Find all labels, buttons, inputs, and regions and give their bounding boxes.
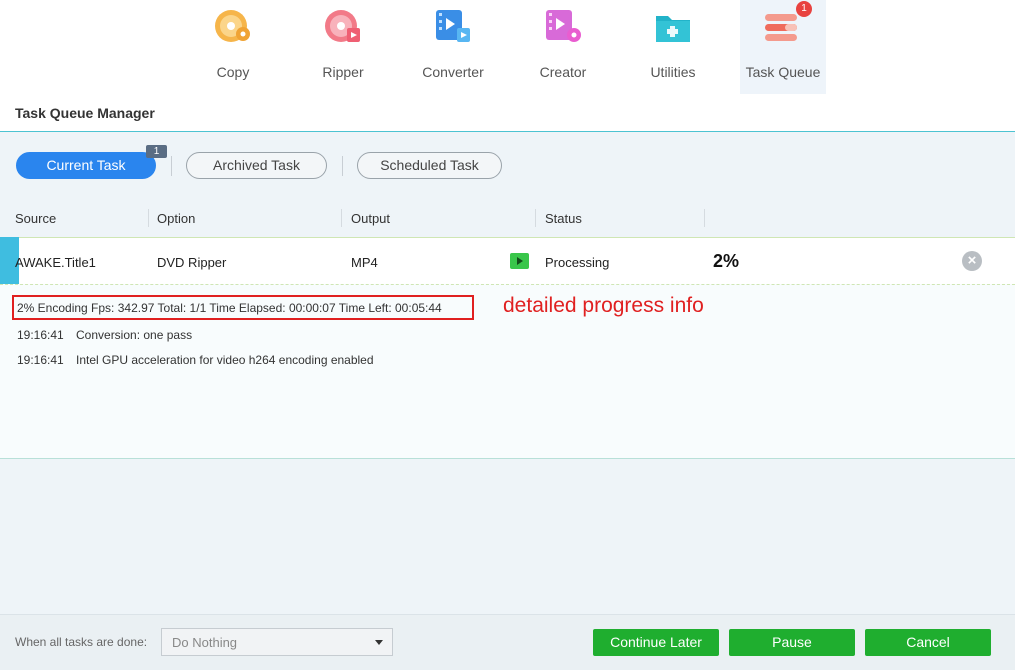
chevron-down-icon [375, 640, 383, 645]
toolbar-utilities[interactable]: Utilities [630, 0, 716, 94]
task-output: MP4 [351, 255, 378, 270]
task-progress-percent: 2% [713, 251, 740, 271]
column-status[interactable]: Status [545, 211, 582, 226]
task-status: Processing [545, 255, 610, 270]
toolbar-ripper-label: Ripper [322, 64, 364, 80]
log-time: 19:16:41 [17, 353, 64, 367]
task-source: AWAKE.Title1 [15, 255, 96, 270]
column-divider [341, 209, 342, 227]
tab-divider [171, 156, 172, 176]
task-option: DVD Ripper [157, 255, 227, 270]
column-divider [535, 209, 536, 227]
column-divider [704, 209, 705, 227]
copy-disc-icon [215, 10, 250, 42]
current-task-count-badge: 1 [146, 145, 167, 158]
after-done-select[interactable]: Do Nothing [161, 628, 393, 656]
toolbar-ripper[interactable]: Ripper [300, 0, 386, 94]
annotation-label: detailed progress info [503, 294, 704, 317]
progress-detail-line: 2% Encoding Fps: 342.97 Total: 1/1 Time … [17, 301, 442, 315]
after-done-label: When all tasks are done: [15, 635, 148, 649]
remove-task-button[interactable]: × [962, 251, 982, 271]
task-queue-badge: 1 [796, 1, 812, 17]
bottom-action-bar [0, 614, 1015, 670]
close-icon: × [967, 252, 977, 269]
log-time: 19:16:41 [17, 328, 64, 342]
toolbar-copy[interactable]: Copy [190, 0, 276, 94]
log-message: Intel GPU acceleration for video h264 en… [76, 353, 374, 367]
toolbar-creator-label: Creator [539, 64, 587, 80]
tab-scheduled-task[interactable]: Scheduled Task [357, 152, 502, 179]
column-output[interactable]: Output [351, 211, 390, 226]
toolbar-task-queue-label: Task Queue [745, 64, 821, 80]
toolbar-creator[interactable]: Creator [520, 0, 606, 94]
toolbar-utilities-label: Utilities [650, 64, 696, 80]
creator-film-icon [546, 10, 581, 42]
tab-current-task[interactable]: Current Task [16, 152, 156, 179]
column-option[interactable]: Option [157, 211, 195, 226]
tab-archived-task[interactable]: Archived Task [186, 152, 327, 179]
toolbar-task-queue[interactable]: 1 Task Queue [740, 0, 826, 94]
cancel-button[interactable]: Cancel [865, 629, 991, 656]
column-divider [148, 209, 149, 227]
tab-divider [342, 156, 343, 176]
continue-later-button[interactable]: Continue Later [593, 629, 719, 656]
toolbar-converter[interactable]: Converter [410, 0, 496, 94]
after-done-value: Do Nothing [172, 635, 238, 650]
table-row[interactable] [0, 237, 1015, 284]
main-toolbar: Copy Ripper Converter Creator Utilities … [0, 0, 1015, 96]
log-message: Conversion: one pass [76, 328, 193, 342]
ripper-disc-icon [325, 10, 360, 42]
page-title: Task Queue Manager [15, 105, 155, 121]
toolbar-copy-label: Copy [216, 64, 250, 80]
toolbar-converter-label: Converter [422, 64, 484, 80]
pause-button[interactable]: Pause [729, 629, 855, 656]
play-icon[interactable] [510, 253, 529, 269]
converter-film-icon [436, 10, 470, 42]
column-source[interactable]: Source [15, 211, 56, 226]
utilities-folder-icon [656, 16, 690, 42]
